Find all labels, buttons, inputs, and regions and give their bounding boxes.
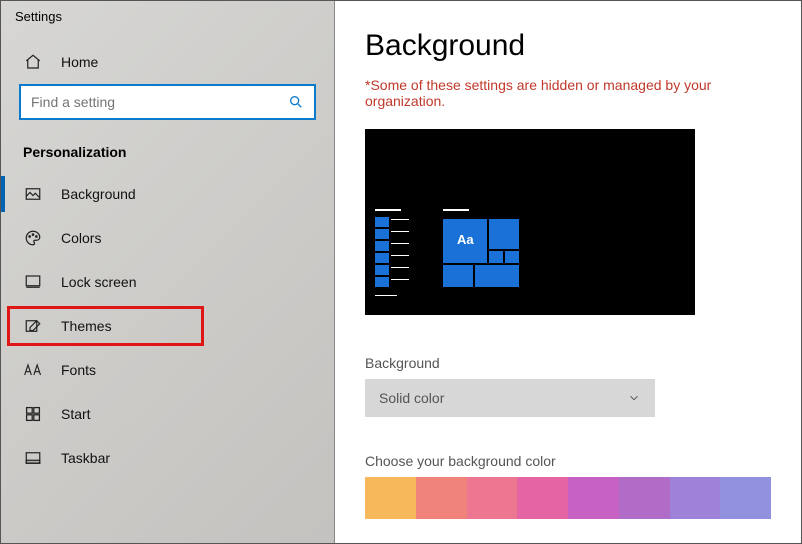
sidebar-item-label: Colors (61, 230, 101, 246)
background-dropdown[interactable]: Solid color (365, 379, 655, 417)
fonts-icon (23, 360, 43, 380)
image-icon (23, 184, 43, 204)
color-swatch[interactable] (720, 477, 771, 519)
sidebar-item-themes[interactable]: Themes (1, 304, 334, 348)
palette-icon (23, 228, 43, 248)
preview-sample-text: Aa (457, 232, 474, 247)
background-preview: Aa (365, 129, 695, 315)
sidebar-item-start[interactable]: Start (1, 392, 334, 436)
nav-home-label: Home (61, 54, 98, 70)
search-input[interactable] (31, 94, 288, 110)
window-title: Settings (1, 3, 334, 40)
sidebar-item-label: Fonts (61, 362, 96, 378)
sidebar-item-lock-screen[interactable]: Lock screen (1, 260, 334, 304)
sidebar-item-label: Taskbar (61, 450, 110, 466)
sidebar-item-label: Background (61, 186, 136, 202)
start-icon (23, 404, 43, 424)
color-swatches (365, 477, 771, 519)
background-dropdown-value: Solid color (379, 390, 444, 406)
sidebar-category: Personalization (1, 126, 334, 172)
chevron-down-icon (627, 391, 641, 405)
color-swatch[interactable] (365, 477, 416, 519)
nav-home[interactable]: Home (1, 40, 334, 84)
search-input-box[interactable] (19, 84, 316, 120)
sidebar-item-colors[interactable]: Colors (1, 216, 334, 260)
search-container (19, 84, 316, 120)
color-swatch[interactable] (619, 477, 670, 519)
taskbar-icon (23, 448, 43, 468)
color-swatch[interactable] (467, 477, 518, 519)
search-icon (288, 94, 304, 110)
sidebar-item-taskbar[interactable]: Taskbar (1, 436, 334, 480)
sidebar-item-fonts[interactable]: Fonts (1, 348, 334, 392)
background-dropdown-label: Background (365, 355, 771, 371)
color-swatch[interactable] (517, 477, 568, 519)
themes-icon (23, 316, 43, 336)
color-swatch[interactable] (568, 477, 619, 519)
lockscreen-icon (23, 272, 43, 292)
sidebar-item-background[interactable]: Background (1, 172, 334, 216)
sidebar-item-label: Start (61, 406, 91, 422)
page-title: Background (365, 29, 771, 63)
sidebar-item-label: Themes (61, 318, 112, 334)
sidebar-item-label: Lock screen (61, 274, 136, 290)
sidebar: Settings Home Personalization Background… (1, 1, 335, 543)
main-content: Background *Some of these settings are h… (335, 1, 801, 543)
color-picker-label: Choose your background color (365, 453, 771, 469)
color-swatch[interactable] (670, 477, 721, 519)
policy-warning: *Some of these settings are hidden or ma… (365, 77, 771, 109)
home-icon (23, 52, 43, 72)
color-swatch[interactable] (416, 477, 467, 519)
